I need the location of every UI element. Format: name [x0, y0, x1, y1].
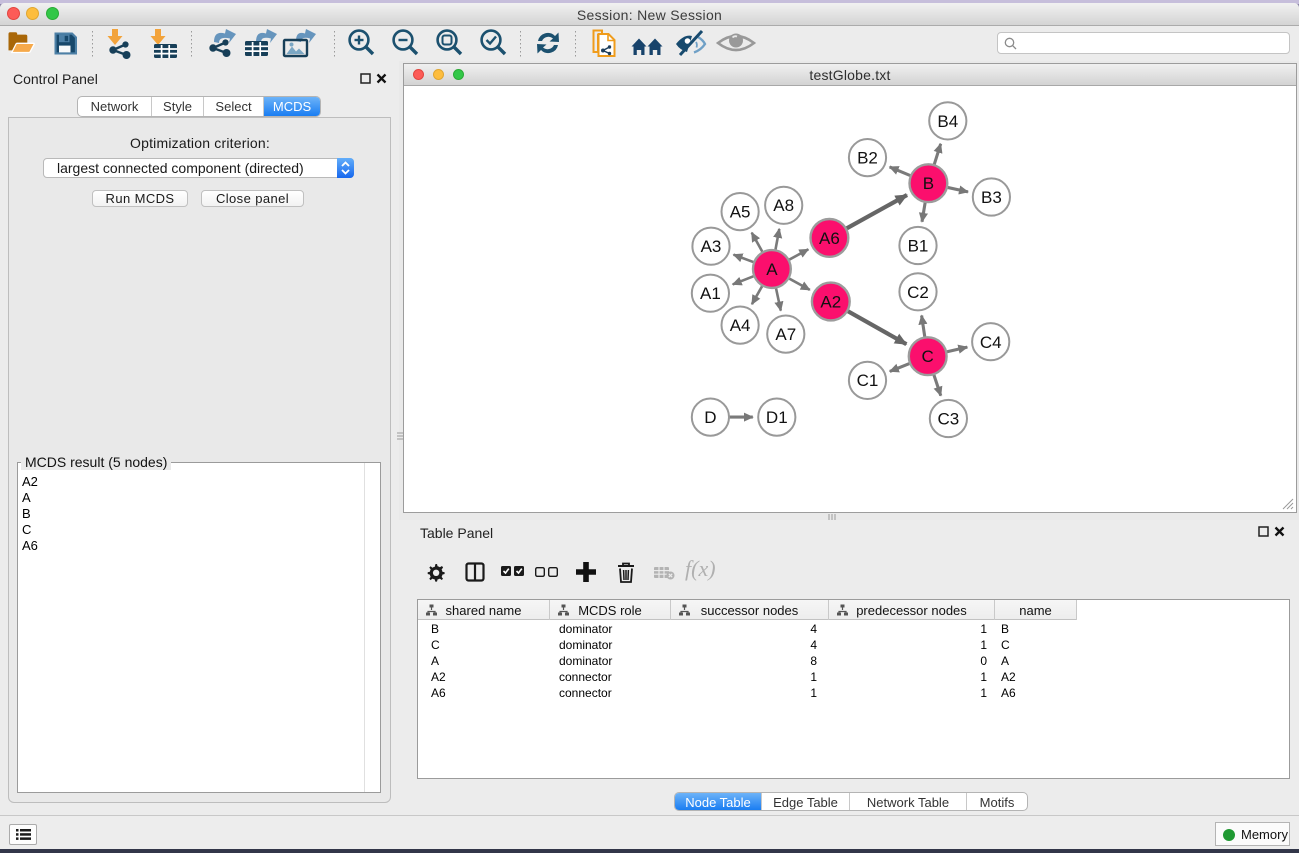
svg-text:A1: A1: [700, 284, 721, 303]
svg-text:C1: C1: [857, 371, 879, 390]
svg-text:D1: D1: [766, 408, 788, 427]
svg-text:A5: A5: [730, 203, 751, 222]
svg-text:A6: A6: [819, 229, 840, 248]
svg-text:A7: A7: [775, 325, 796, 344]
svg-text:B1: B1: [908, 237, 929, 256]
svg-text:A8: A8: [773, 196, 794, 215]
svg-text:C: C: [922, 347, 934, 366]
svg-text:C3: C3: [938, 410, 960, 429]
svg-text:A: A: [766, 260, 778, 279]
svg-text:B4: B4: [937, 112, 958, 131]
svg-text:B3: B3: [981, 188, 1002, 207]
svg-text:A3: A3: [701, 237, 722, 256]
svg-text:B: B: [923, 174, 934, 193]
svg-text:A2: A2: [820, 293, 841, 312]
svg-text:A4: A4: [730, 316, 751, 335]
svg-text:C4: C4: [980, 333, 1002, 352]
svg-text:B2: B2: [857, 149, 878, 168]
svg-text:C2: C2: [907, 283, 929, 302]
svg-text:D: D: [704, 408, 716, 427]
